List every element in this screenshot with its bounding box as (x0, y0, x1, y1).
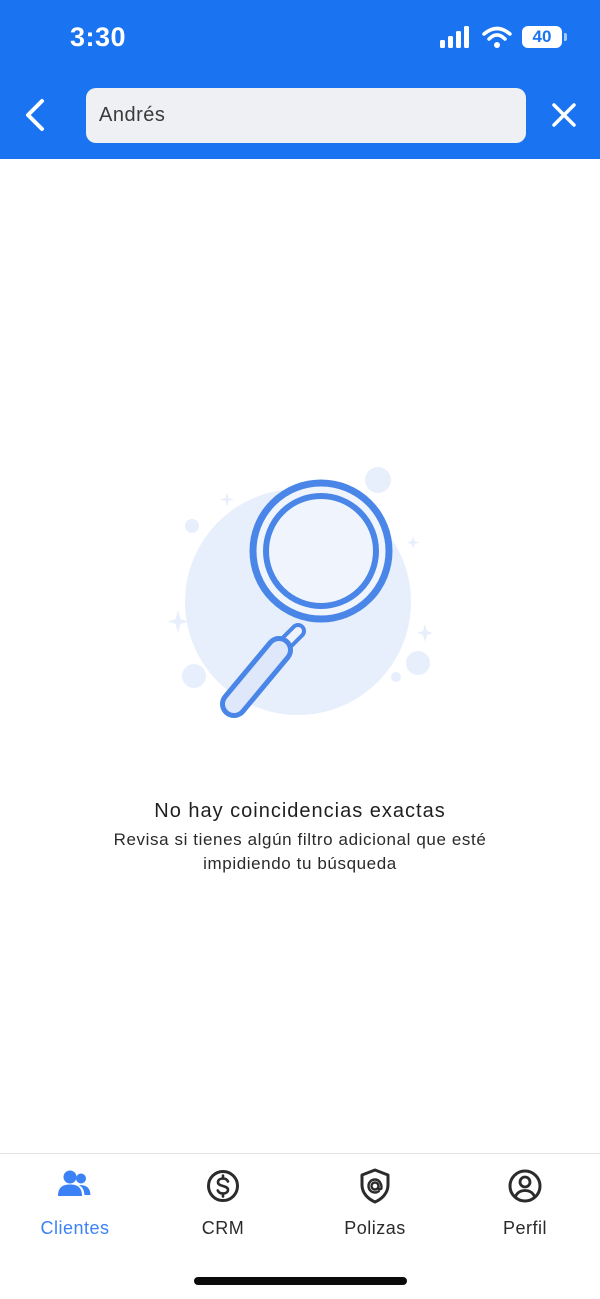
tab-label-polizas: Polizas (344, 1218, 406, 1238)
search-screen: 3:30 40 Andrés No hay coincidencias exac… (0, 0, 600, 1299)
users-icon (58, 1170, 91, 1196)
dollar-circle-icon (207, 1170, 239, 1202)
tab-label-perfil: Perfil (502, 1218, 547, 1238)
tab-perfil[interactable]: Perfil (465, 1166, 585, 1246)
search-field[interactable] (86, 88, 526, 143)
tab-label-clientes: Clientes (40, 1218, 110, 1238)
header-bar: 3:30 40 (0, 0, 600, 159)
signal-icon (440, 26, 469, 48)
home-indicator[interactable] (194, 1277, 407, 1285)
battery-icon: 40 (522, 26, 567, 48)
tab-clientes[interactable]: Clientes (15, 1166, 135, 1246)
status-icons: 40 (440, 26, 567, 48)
back-button[interactable] (18, 95, 54, 135)
chevron-left-icon (26, 99, 44, 131)
tab-polizas[interactable]: Polizas (315, 1166, 435, 1246)
user-circle-icon (508, 1169, 542, 1203)
tab-label-crm: CRM (201, 1218, 245, 1238)
battery-cap (564, 33, 567, 41)
close-icon (552, 103, 576, 127)
status-time: 3:30 (70, 22, 127, 52)
battery-level: 40 (532, 27, 552, 46)
wifi-icon (482, 26, 512, 48)
shield-at-icon (360, 1168, 390, 1204)
search-input[interactable] (86, 88, 526, 143)
empty-state-subtitle: Revisa si tienes algún filtro adicional … (113, 830, 487, 873)
magnifier-illustration (168, 467, 433, 718)
empty-state-title: No hay coincidencias exactas (154, 800, 446, 822)
clear-search-button[interactable] (546, 97, 582, 133)
tab-crm[interactable]: CRM (163, 1166, 283, 1246)
